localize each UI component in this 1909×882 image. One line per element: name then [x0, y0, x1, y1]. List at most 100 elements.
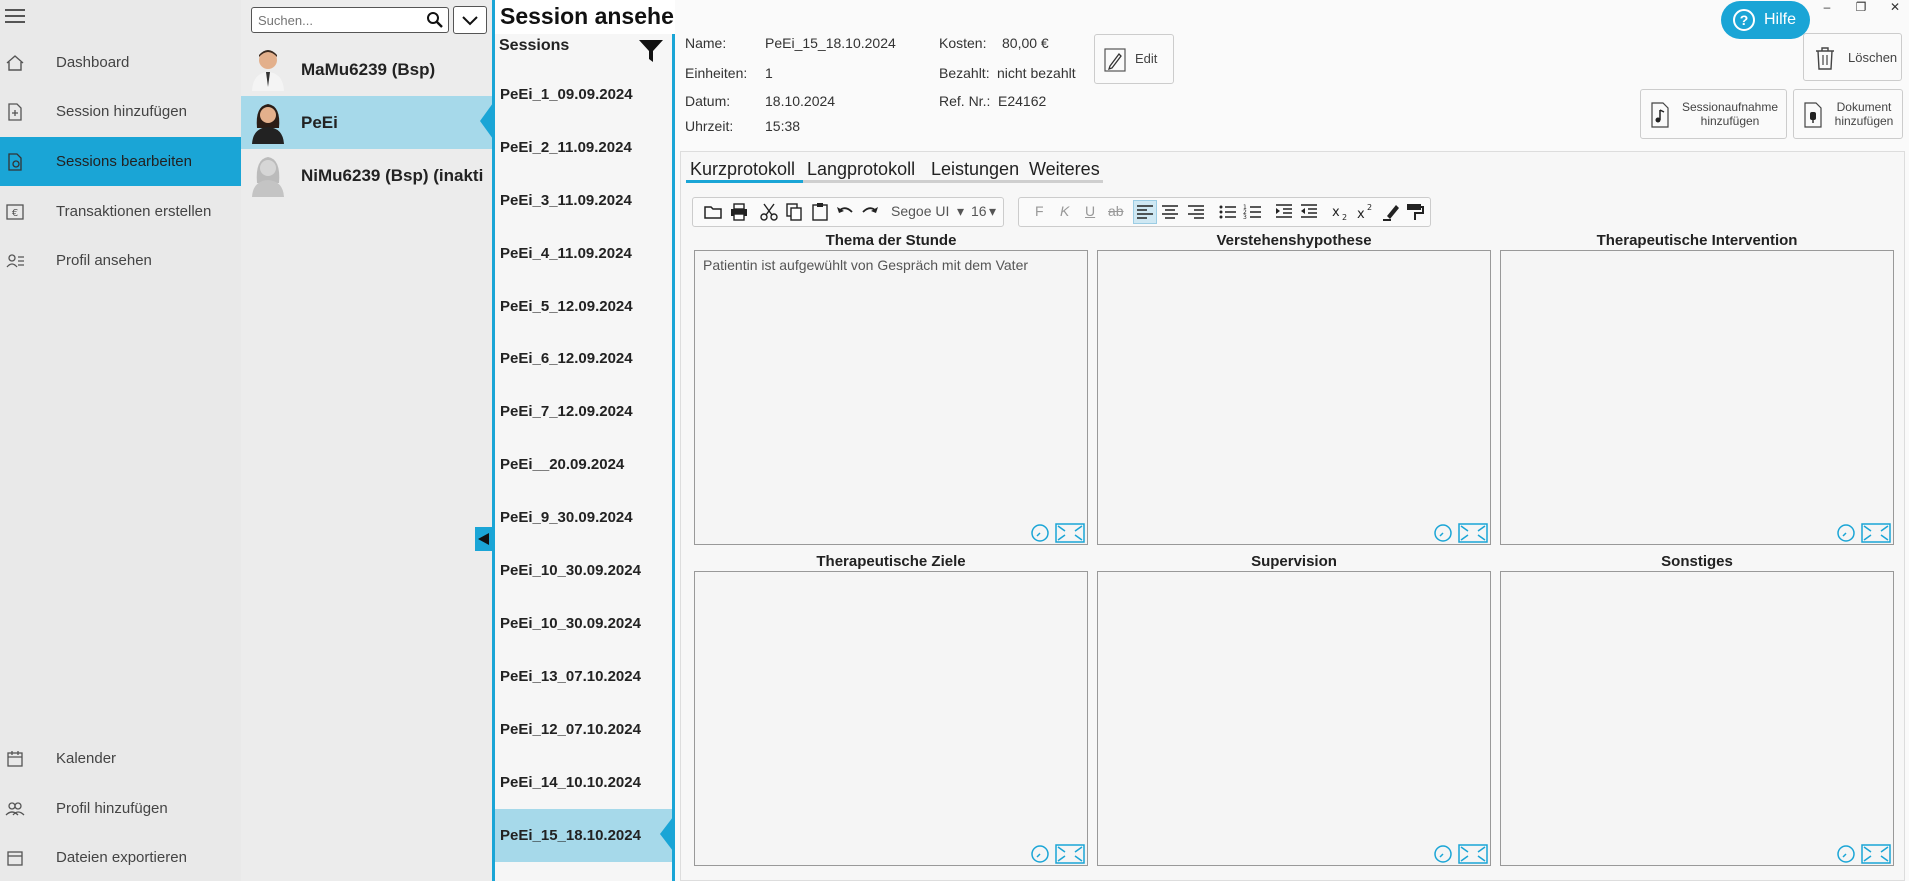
open-folder-icon[interactable] — [703, 202, 723, 222]
print-icon[interactable] — [729, 202, 749, 222]
session-item[interactable]: PeEi_12_07.10.2024 — [495, 703, 673, 756]
clock-icon[interactable] — [1030, 844, 1050, 864]
font-size-select[interactable]: 16 — [971, 203, 987, 219]
align-right-icon[interactable] — [1186, 202, 1206, 222]
field-other — [1500, 571, 1894, 866]
expand-icon[interactable] — [1458, 844, 1488, 864]
session-item[interactable]: PeEi_4_11.09.2024 — [495, 227, 673, 280]
nav-item-add-session[interactable]: Session hinzufügen — [0, 87, 241, 136]
supervision-textarea[interactable] — [1104, 576, 1486, 850]
active-tab-indicator — [686, 180, 803, 183]
paid-label: Bezahlt: — [939, 65, 990, 81]
bullet-list-icon[interactable] — [1218, 202, 1238, 222]
client-filter-dropdown-button[interactable] — [453, 6, 487, 34]
clock-icon[interactable] — [1030, 523, 1050, 543]
clock-icon[interactable] — [1836, 844, 1856, 864]
nav-item-view-profile[interactable]: Profil ansehen — [0, 236, 241, 285]
session-item[interactable]: PeEi_3_11.09.2024 — [495, 174, 673, 227]
time-value: 15:38 — [765, 118, 801, 134]
session-item[interactable]: PeEi_13_07.10.2024 — [495, 650, 673, 703]
nav-item-label: Profil hinzufügen — [56, 800, 168, 817]
edit-button[interactable]: Edit — [1094, 34, 1174, 84]
hamburger-menu-icon[interactable] — [4, 6, 26, 26]
strikethrough-button[interactable]: ab — [1108, 203, 1124, 219]
delete-button[interactable]: Löschen — [1803, 33, 1902, 81]
session-item[interactable]: PeEi_1_09.09.2024 — [495, 68, 673, 121]
hypothesis-textarea[interactable] — [1104, 255, 1486, 529]
field-intervention — [1500, 250, 1894, 545]
units-value: 1 — [765, 65, 773, 81]
tab-kurzprotokoll[interactable]: Kurzprotokoll — [690, 159, 795, 180]
bold-button[interactable]: F — [1035, 203, 1044, 219]
cut-icon[interactable] — [759, 202, 779, 222]
other-textarea[interactable] — [1507, 576, 1889, 850]
undo-icon[interactable] — [835, 202, 855, 222]
redo-icon[interactable] — [860, 202, 880, 222]
nav-item-create-transactions[interactable]: € Transaktionen erstellen — [0, 187, 241, 236]
font-family-select[interactable]: Segoe UI — [891, 203, 949, 219]
nav-item-dashboard[interactable]: Dashboard — [0, 38, 241, 87]
highlighter-icon[interactable] — [1381, 202, 1401, 222]
collapse-panel-button[interactable] — [475, 527, 493, 551]
underline-button[interactable]: U — [1085, 203, 1095, 219]
session-item[interactable]: PeEi_9_30.09.2024 — [495, 491, 673, 544]
font-size-dropdown-icon[interactable]: ▾ — [989, 203, 996, 220]
client-search-input[interactable] — [256, 8, 420, 32]
help-button-label: Hilfe — [1764, 11, 1797, 28]
filter-icon[interactable] — [638, 38, 664, 64]
session-item[interactable]: PeEi__20.09.2024 — [495, 438, 673, 491]
superscript-icon[interactable]: x2 — [1356, 202, 1376, 222]
subscript-icon[interactable]: x2 — [1331, 202, 1351, 222]
expand-icon[interactable] — [1055, 844, 1085, 864]
session-item[interactable]: PeEi_14_10.10.2024 — [495, 756, 673, 809]
ref-value: E24162 — [998, 93, 1047, 109]
session-item[interactable]: PeEi_10_30.09.2024 — [495, 544, 673, 597]
client-item[interactable]: NiMu6239 (Bsp) (inakti — [241, 149, 493, 202]
expand-icon[interactable] — [1861, 844, 1891, 864]
session-item[interactable]: PeEi_10_30.09.2024 — [495, 597, 673, 650]
tab-weiteres[interactable]: Weiteres — [1029, 159, 1100, 180]
nav-item-edit-sessions[interactable]: Sessions bearbeiten — [0, 137, 241, 186]
paste-icon[interactable] — [810, 202, 830, 222]
expand-icon[interactable] — [1055, 523, 1085, 543]
expand-icon[interactable] — [1861, 523, 1891, 543]
help-button[interactable]: ? Hilfe — [1721, 1, 1810, 39]
numbered-list-icon[interactable]: 123 — [1243, 202, 1263, 222]
session-item[interactable]: PeEi_15_18.10.2024 — [495, 809, 673, 862]
goals-textarea[interactable] — [701, 576, 1083, 850]
format-painter-icon[interactable] — [1405, 202, 1425, 222]
close-window-button[interactable]: ✕ — [1885, 0, 1905, 14]
align-center-icon[interactable] — [1160, 202, 1180, 222]
nav-item-label: Transaktionen erstellen — [56, 203, 212, 220]
clock-icon[interactable] — [1433, 523, 1453, 543]
intervention-textarea[interactable] — [1507, 255, 1889, 529]
clock-icon[interactable] — [1433, 844, 1453, 864]
nav-item-add-profile[interactable]: Profil hinzufügen — [0, 784, 241, 833]
expand-icon[interactable] — [1458, 523, 1488, 543]
font-family-dropdown-icon[interactable]: ▾ — [957, 203, 964, 220]
calendar-icon — [7, 750, 23, 767]
session-item[interactable]: PeEi_7_12.09.2024 — [495, 385, 673, 438]
indent-increase-icon[interactable] — [1274, 202, 1294, 222]
restore-window-button[interactable]: ❐ — [1851, 0, 1871, 14]
search-icon[interactable] — [426, 11, 444, 29]
tab-leistungen[interactable]: Leistungen — [931, 159, 1019, 180]
add-document-button[interactable]: Dokument hinzufügen — [1793, 89, 1903, 139]
client-item[interactable]: PeEi — [241, 96, 493, 149]
session-item[interactable]: PeEi_6_12.09.2024 — [495, 332, 673, 385]
client-item[interactable]: MaMu6239 (Bsp) — [241, 43, 493, 96]
nav-item-calendar[interactable]: Kalender — [0, 734, 241, 783]
tab-langprotokoll[interactable]: Langprotokoll — [807, 159, 915, 180]
minimize-window-button[interactable]: ‒ — [1817, 0, 1837, 14]
indent-decrease-icon[interactable] — [1299, 202, 1319, 222]
clock-icon[interactable] — [1836, 523, 1856, 543]
topic-textarea[interactable]: Patientin ist aufgewühlt von Gespräch mi… — [701, 255, 1083, 529]
copy-icon[interactable] — [784, 202, 804, 222]
italic-button[interactable]: K — [1060, 203, 1069, 219]
nav-item-export-files[interactable]: Dateien exportieren — [0, 833, 241, 882]
align-left-button[interactable] — [1133, 200, 1157, 224]
session-item[interactable]: PeEi_5_12.09.2024 — [495, 280, 673, 333]
add-session-recording-button[interactable]: Sessionaufnahme hinzufügen — [1640, 89, 1787, 139]
session-item[interactable]: PeEi_2_11.09.2024 — [495, 121, 673, 174]
date-value: 18.10.2024 — [765, 93, 836, 109]
